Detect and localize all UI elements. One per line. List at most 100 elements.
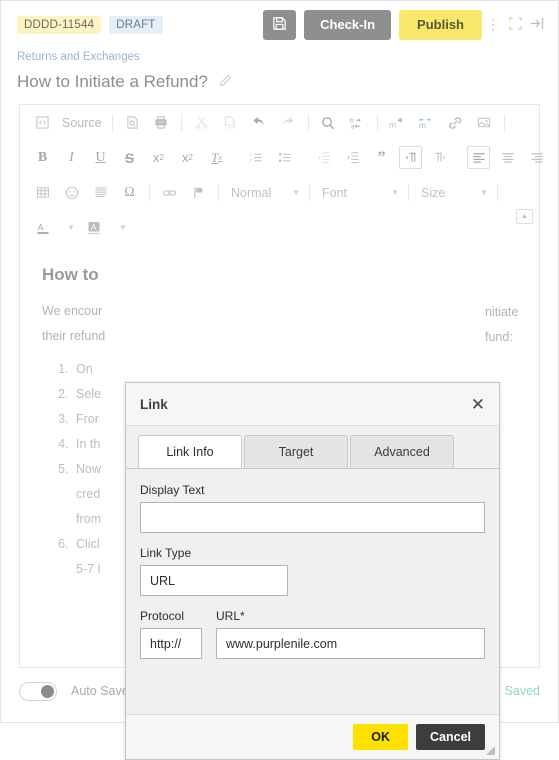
autosave-toggle[interactable] [19,681,57,701]
protocol-group: Protocol [140,609,202,659]
display-text-label: Display Text [140,483,205,497]
collapse-toolbar-icon[interactable]: ▲ [516,209,533,224]
tab-link-info[interactable]: Link Info [138,435,242,468]
paragraph-right-2: fund: [485,330,513,344]
horizontal-rule-icon[interactable] [89,181,112,204]
dialog-body: Display Text Link Type Protocol URL* [126,468,499,714]
remove-format-icon[interactable]: Tx [205,146,228,169]
numbered-list-icon[interactable]: 12 [244,146,267,169]
bold-icon[interactable]: B [31,146,54,169]
subscript-icon[interactable]: x2 [147,146,170,169]
align-left-icon[interactable] [467,146,490,169]
svg-text:a: a [351,123,355,129]
font-select[interactable]: Font ▼ [315,181,403,204]
paragraph-format-select[interactable]: Normal ▼ [224,181,304,204]
link-icon[interactable] [444,111,467,134]
pencil-icon[interactable] [219,74,232,90]
page-title: How to Initiate a Refund? [17,72,208,91]
toolbar-row-2: B I U S x2 x2 Tx 12 ” [20,140,543,175]
toolbar-separator [497,184,498,201]
chevron-down-icon: ▼ [292,188,300,197]
protocol-url-row: Protocol URL* [140,609,485,659]
table-icon[interactable] [31,181,54,204]
svg-text:1: 1 [249,152,252,157]
link-type-select[interactable] [140,565,288,596]
redo-icon [277,111,300,134]
text-color-icon[interactable]: A [31,216,54,239]
ok-button[interactable]: OK [353,724,408,750]
save-button[interactable] [263,9,297,40]
strikethrough-icon[interactable]: S [118,146,141,169]
ltr-icon[interactable] [399,146,422,169]
list-item-text: Now [76,462,102,476]
flag-icon[interactable] [187,181,210,204]
anchor-icon[interactable] [158,181,181,204]
rtl-icon[interactable] [428,146,451,169]
checkin-button[interactable]: Check-In [304,9,392,40]
list-item-cont-1: 5-7 l [76,562,101,576]
special-char-icon[interactable]: Ω [118,181,141,204]
source-label[interactable]: Source [57,116,107,130]
tab-target[interactable]: Target [244,435,348,468]
tab-advanced[interactable]: Advanced [350,435,454,468]
indent-icon[interactable] [341,146,364,169]
url-input[interactable] [216,628,485,659]
smiley-icon[interactable] [60,181,83,204]
cut-icon [190,111,213,134]
print-icon[interactable] [150,111,173,134]
toggle-knob [41,684,54,698]
toolbar-row-4: A ▼ A ▼ [20,210,539,245]
collapse-right-icon[interactable] [526,17,548,33]
replace-icon[interactable]: ba [346,111,369,134]
bulleted-list-icon[interactable] [273,146,296,169]
svg-text:m: m [419,120,426,130]
toolbar-separator [376,114,378,131]
chevron-down-icon[interactable]: ▼ [119,223,127,232]
svg-text:A: A [37,222,43,232]
display-text-input[interactable] [140,502,485,533]
resize-grip-icon[interactable] [486,746,496,756]
kebab-menu-icon[interactable]: ⋮ [482,16,504,33]
status-badge: DRAFT [109,15,163,34]
align-center-icon[interactable] [496,146,519,169]
save-status: Saved [504,684,540,698]
list-item-cont-2: from [76,512,101,526]
toolbar-separator [180,114,182,131]
source-icon[interactable] [31,111,54,134]
paragraph-right-1: nitiate [485,305,519,319]
chevron-down-icon: ▼ [391,188,399,197]
publish-button[interactable]: Publish [399,9,482,40]
blockquote-icon[interactable]: ” [370,146,393,169]
dialog-title: Link [140,396,168,412]
link-dialog: Link ✕ Link Info Target Advanced Display… [125,382,500,760]
url-label: URL* [216,609,245,623]
size-select-value: Size [421,185,446,200]
edit-macro-icon[interactable]: m [415,111,438,134]
superscript-icon[interactable]: x2 [176,146,199,169]
size-select[interactable]: Size ▼ [414,181,492,204]
toolbar-separator [111,114,113,131]
underline-icon[interactable]: U [89,146,112,169]
undo-icon[interactable] [248,111,271,134]
toolbar-row-3: Ω Normal ▼ Font ▼ Size ▼ [20,175,539,210]
document-heading: How to [42,265,99,284]
paragraph-line-2: their refund [42,329,106,343]
image-icon[interactable] [473,111,496,134]
italic-icon[interactable]: I [60,146,83,169]
cancel-button[interactable]: Cancel [416,724,485,750]
paragraph-right-fragments: nitiate fund: [485,300,518,350]
floppy-disk-icon [272,16,287,34]
breadcrumb[interactable]: Returns and Exchanges [1,48,558,63]
display-text-group: Display Text [140,483,485,533]
preview-icon[interactable] [121,111,144,134]
insert-macro-icon[interactable]: m [386,111,409,134]
find-icon[interactable] [317,111,340,134]
dialog-tabs: Link Info Target Advanced [126,426,499,468]
dialog-footer: OK Cancel [126,714,499,759]
protocol-select[interactable] [140,628,202,659]
chevron-down-icon[interactable]: ▼ [67,223,75,232]
fullscreen-icon[interactable] [504,16,526,33]
align-right-icon[interactable] [525,146,548,169]
close-icon[interactable]: ✕ [471,396,485,413]
background-color-icon[interactable]: A [83,216,106,239]
